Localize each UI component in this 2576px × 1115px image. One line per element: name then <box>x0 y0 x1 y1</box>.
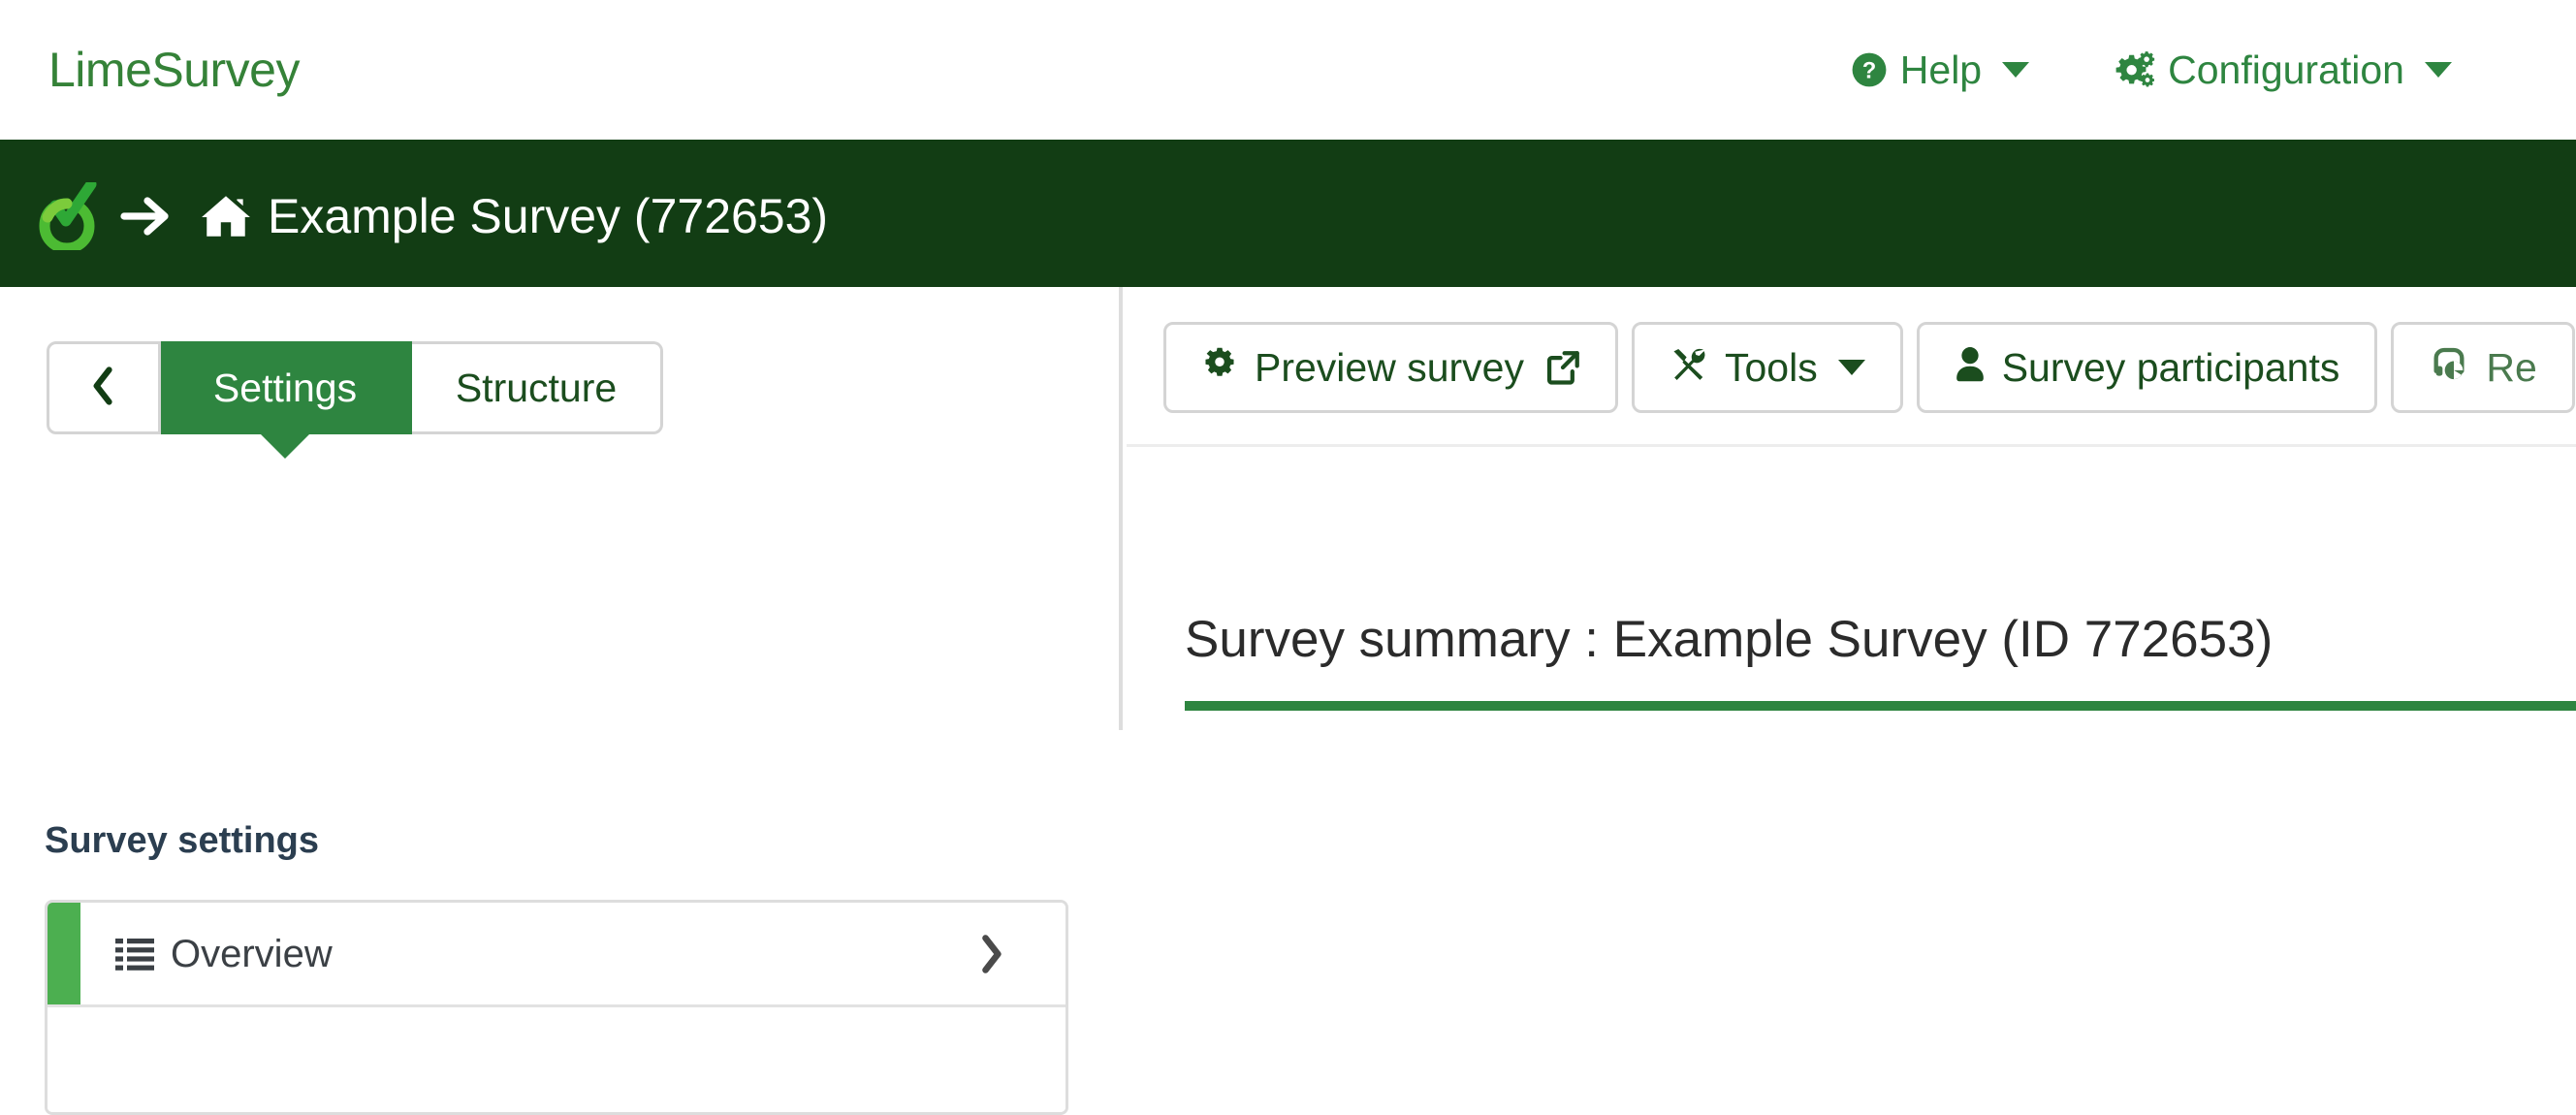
home-icon[interactable] <box>200 192 252 240</box>
nav-item-help-label: Help <box>1899 47 1983 92</box>
tab-settings[interactable]: Settings <box>161 341 412 434</box>
responses-button[interactable]: Re <box>2391 322 2575 413</box>
cogs-icon <box>2113 50 2155 89</box>
sidebar-tab-group: Settings Structure <box>47 341 663 434</box>
chevron-down-icon <box>2425 62 2452 78</box>
preview-survey-label: Preview survey <box>1255 344 1524 390</box>
responses-icon <box>2429 345 2469 391</box>
content-area: Settings Structure Survey settings Overv… <box>0 287 2576 1115</box>
survey-action-toolbar: Preview survey Tools Survey participants… <box>1163 322 2575 413</box>
sidebar-item-next[interactable] <box>48 1007 1065 1112</box>
sidebar-item-overview[interactable]: Overview <box>48 903 1065 1007</box>
page-title-underline <box>1185 701 2576 711</box>
question-circle-icon: ? <box>1851 51 1888 88</box>
page-title: Survey summary : Example Survey (ID 7726… <box>1185 611 2274 668</box>
list-ul-icon <box>115 937 154 972</box>
sidebar-collapse-button[interactable] <box>47 341 161 434</box>
active-accent-bar <box>48 903 80 1004</box>
responses-label: Re <box>2486 344 2537 390</box>
gear-icon <box>1201 346 1238 390</box>
chevron-left-icon <box>89 365 118 412</box>
preview-survey-button[interactable]: Preview survey <box>1163 322 1618 413</box>
tools-label: Tools <box>1724 344 1818 390</box>
toolbar-divider <box>1127 444 2576 447</box>
nav-item-configuration[interactable]: Configuration <box>2113 47 2452 92</box>
brand-logo-text[interactable]: LimeSurvey <box>48 46 301 94</box>
user-icon <box>1955 346 1986 390</box>
limesurvey-logo-icon[interactable] <box>37 178 97 254</box>
top-navbar: LimeSurvey ? Help Configuration <box>0 0 2576 145</box>
svg-text:?: ? <box>1862 58 1877 84</box>
external-link-icon <box>1545 350 1580 385</box>
survey-breadcrumb-bar: Example Survey (772653) <box>0 145 2576 287</box>
survey-title: Example Survey (772653) <box>268 189 829 243</box>
nav-item-configuration-label: Configuration <box>2168 47 2404 92</box>
chevron-right-icon[interactable] <box>976 933 1005 975</box>
settings-heading: Survey settings <box>45 820 319 861</box>
tab-structure[interactable]: Structure <box>412 341 663 434</box>
arrow-right-icon <box>120 193 175 239</box>
survey-summary-panel: Preview survey Tools Survey participants… <box>1127 287 2576 730</box>
nav-item-help[interactable]: ? Help <box>1851 47 2030 92</box>
top-nav-menu: ? Help Configuration <box>1851 47 2452 92</box>
survey-participants-label: Survey participants <box>2001 344 2340 390</box>
chevron-down-icon <box>2002 62 2030 78</box>
tools-button[interactable]: Tools <box>1631 322 1903 413</box>
tab-structure-label: Structure <box>455 365 618 410</box>
tools-icon <box>1670 346 1708 390</box>
chevron-down-icon <box>1837 360 1865 375</box>
settings-menu-list: Overview <box>45 900 1068 1115</box>
tab-settings-label: Settings <box>212 365 358 410</box>
sidebar-item-overview-label: Overview <box>171 932 333 975</box>
survey-participants-button[interactable]: Survey participants <box>1916 322 2378 413</box>
settings-sidebar: Settings Structure Survey settings Overv… <box>0 287 1123 1115</box>
